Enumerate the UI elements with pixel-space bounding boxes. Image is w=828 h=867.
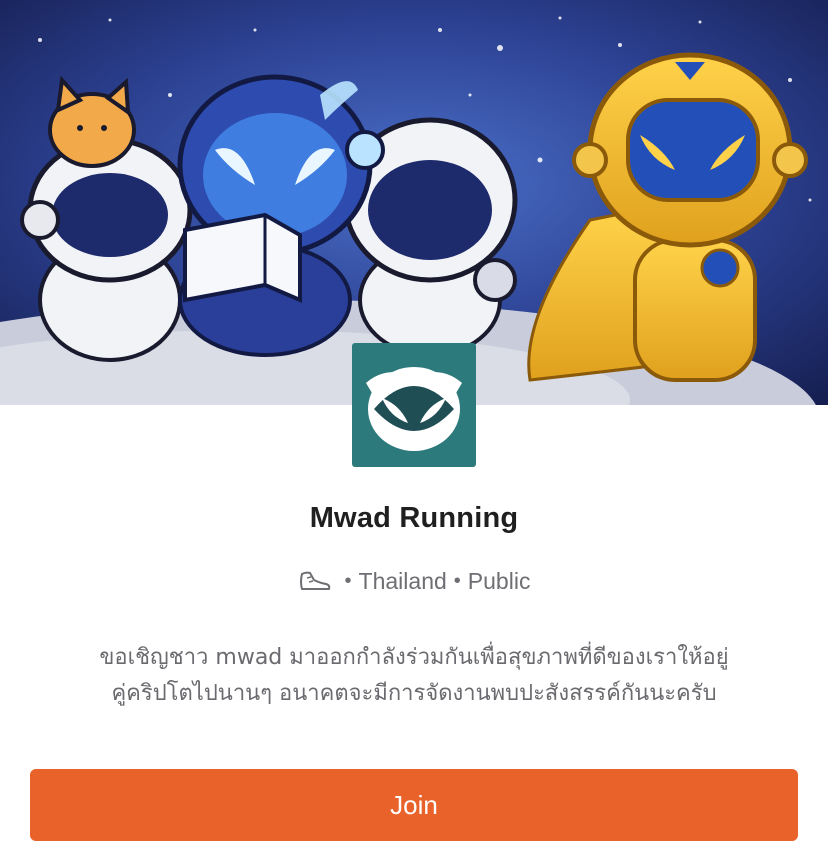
club-description-line: คู่คริปโตไปนานๆ อนาคตจะมีการจัดงานพบปะสั… [111,681,717,706]
club-name: Mwad Running [309,502,519,534]
club-logo [352,343,476,467]
club-meta: • Thailand • Public [0,564,828,598]
club-location: Thailand [358,567,447,594]
running-shoe-icon [299,571,330,590]
join-button[interactable]: Join [30,769,798,841]
meta-separator: • [453,569,461,592]
club-description: ขอเชิญชาว mwad มาออกกำลังร่วมกันเพื่อสุข… [40,640,788,712]
club-visibility: Public [467,567,531,594]
meta-separator: • [344,569,352,592]
mwad-mascot-logo-icon [352,343,476,467]
club-description-line: ขอเชิญชาว mwad มาออกกำลังร่วมกันเพื่อสุข… [99,645,729,670]
